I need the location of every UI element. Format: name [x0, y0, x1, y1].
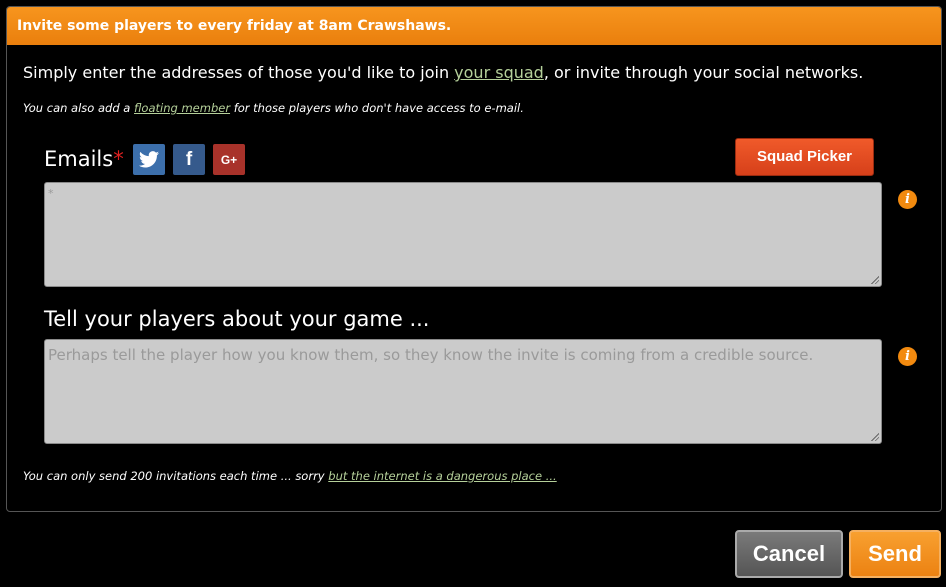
game-message-textarea[interactable]: Perhaps tell the player how you know the…: [44, 339, 882, 444]
intro-text-before: Simply enter the addresses of those you'…: [23, 63, 455, 82]
message-placeholder: Perhaps tell the player how you know the…: [48, 346, 814, 364]
emails-label: Emails*: [44, 147, 124, 171]
dangerous-place-link[interactable]: but the internet is a dangerous place ..…: [328, 469, 556, 483]
footer-note-before: You can only send 200 invitations each t…: [23, 469, 329, 483]
required-mark: *: [113, 147, 124, 171]
invitation-limit-note: You can only send 200 invitations each t…: [23, 469, 557, 483]
dialog-title-text: Invite some players to every friday at 8…: [17, 18, 452, 34]
intro-text: Simply enter the addresses of those you'…: [23, 63, 863, 82]
floating-member-link[interactable]: floating member: [134, 101, 230, 115]
message-info-icon[interactable]: i: [898, 347, 917, 366]
cancel-button[interactable]: Cancel: [735, 530, 843, 578]
twitter-icon: [139, 151, 159, 168]
note-before: You can also add a: [23, 101, 134, 115]
resize-grip-icon[interactable]: [871, 433, 879, 441]
your-squad-link[interactable]: your squad: [454, 63, 544, 82]
resize-grip-icon[interactable]: [871, 276, 879, 284]
twitter-button[interactable]: [133, 144, 165, 175]
intro-text-after: , or invite through your social networks…: [543, 63, 864, 82]
squad-picker-button[interactable]: Squad Picker: [735, 138, 874, 176]
emails-placeholder: *: [48, 187, 54, 200]
facebook-icon: f: [185, 148, 193, 170]
google-plus-icon: G+: [220, 152, 238, 167]
emails-textarea[interactable]: *: [44, 182, 882, 287]
floating-member-note: You can also add a floating member for t…: [23, 101, 524, 115]
emails-info-icon[interactable]: i: [898, 190, 917, 209]
note-after: for those players who don't have access …: [230, 101, 524, 115]
google-plus-button[interactable]: G+: [213, 144, 245, 175]
dialog-title: Invite some players to every friday at 8…: [7, 7, 941, 45]
send-button[interactable]: Send: [849, 530, 941, 578]
facebook-button[interactable]: f: [173, 144, 205, 175]
invite-dialog: Invite some players to every friday at 8…: [6, 6, 942, 512]
game-message-label: Tell your players about your game ...: [44, 307, 430, 331]
emails-label-text: Emails: [44, 147, 114, 171]
